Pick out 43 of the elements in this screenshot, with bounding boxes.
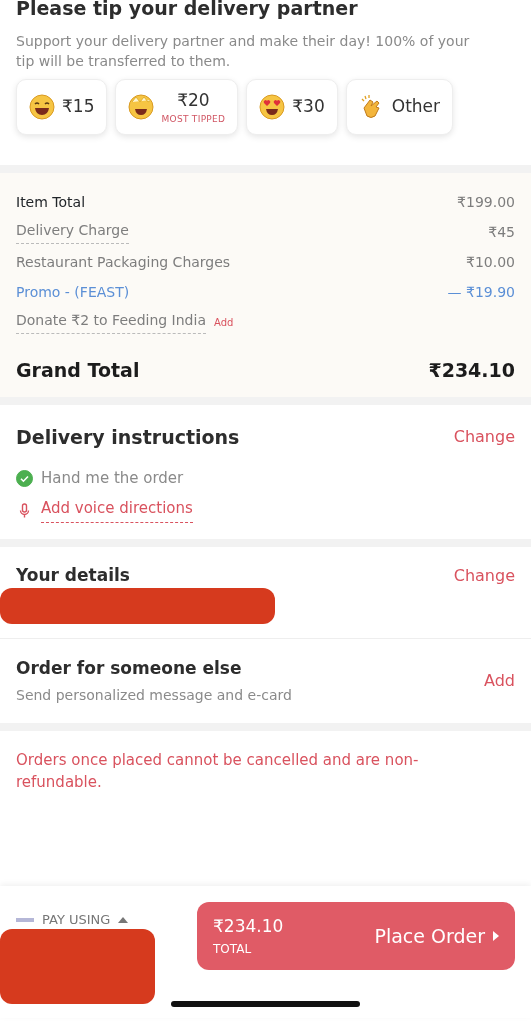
- tip-option[interactable]: Other: [345, 79, 454, 136]
- tip-amount: ₹20: [177, 88, 210, 112]
- bill-label: Delivery Charge: [16, 220, 129, 245]
- heart-eyed-face-icon: [259, 94, 286, 121]
- section-title: Your details: [16, 563, 130, 587]
- bill-label: Promo - (FEAST): [16, 282, 130, 302]
- change-link[interactable]: Change: [453, 425, 515, 450]
- voice-directions-link[interactable]: Add voice directions: [41, 497, 193, 523]
- tip-option[interactable]: ₹20 MOST TIPPED: [115, 79, 239, 136]
- bill-value: ₹199.00: [457, 192, 515, 212]
- description: Support your delivery partner and make their day! 100% of your tip will be transferred to them.: [16, 31, 471, 71]
- bill-label: Donate ₹2 to Feeding India: [16, 310, 206, 335]
- section-title: Delivery instructions: [16, 425, 240, 451]
- laughing-face-icon: [29, 94, 55, 121]
- bill-value: ₹10.00: [466, 252, 515, 272]
- star-eyed-face-icon: [128, 94, 155, 121]
- bill-label: Restaurant Packaging Charges: [16, 252, 231, 272]
- description: Send personalized message and e-card: [16, 686, 292, 706]
- bill-value: ₹45: [488, 222, 515, 242]
- tip-amount: ₹15: [62, 95, 95, 119]
- add-link[interactable]: Add: [484, 668, 515, 693]
- grand-total-label: Grand Total: [16, 357, 140, 383]
- section-title: Please tip your delivery partner: [16, 0, 359, 21]
- grand-total-value: ₹234.10: [428, 357, 515, 383]
- add-link[interactable]: Add: [214, 314, 234, 330]
- change-link[interactable]: Change: [453, 563, 515, 588]
- caret-icon: [493, 931, 499, 941]
- card-logo-icon: [16, 916, 34, 923]
- tip-tag: MOST TIPPED: [161, 113, 226, 127]
- bill-label: Item Total: [16, 192, 85, 212]
- instruction-text: Hand me the order: [41, 467, 184, 489]
- tip-amount: Other: [391, 95, 441, 119]
- total-label: TOTAL: [213, 940, 252, 958]
- tip-amount: ₹30: [292, 95, 325, 119]
- total-amount: ₹234.10: [213, 915, 284, 939]
- section-title: Order for someone else: [16, 656, 243, 680]
- tip-option[interactable]: ₹30: [246, 79, 338, 136]
- place-order-button[interactable]: ₹234.10 TOTAL Place Order: [197, 902, 515, 970]
- tip-option[interactable]: ₹15: [16, 79, 108, 136]
- caret-icon: [118, 916, 129, 923]
- button-label: Place Order: [374, 923, 485, 949]
- pay-using-selector[interactable]: PAY USING: [42, 910, 111, 930]
- bill-value: — ₹19.90: [447, 282, 515, 302]
